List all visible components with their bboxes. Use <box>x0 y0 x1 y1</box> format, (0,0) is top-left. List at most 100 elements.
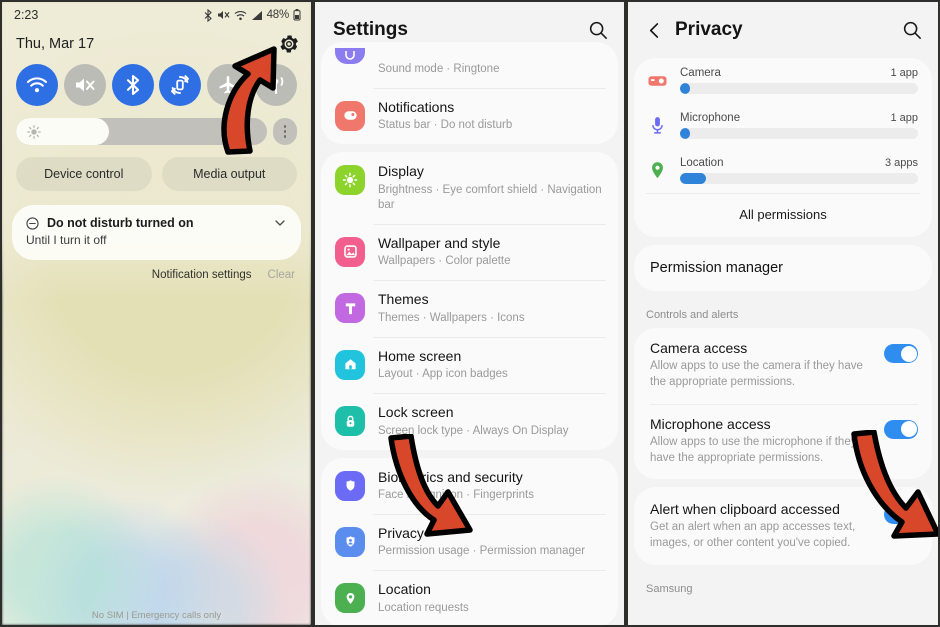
camera-access-switch[interactable] <box>884 344 918 363</box>
settings-group: Display Brightness · Eye comfort shield … <box>321 152 618 450</box>
bluetooth-icon <box>204 8 212 22</box>
settings-row-location[interactable]: Location Location requests <box>321 570 618 625</box>
location-icon <box>646 160 668 182</box>
switch-knob <box>900 421 917 438</box>
settings-row-privacy[interactable]: Privacy Permission usage · Permission ma… <box>321 513 618 570</box>
settings-row-subtitle: Wallpapers · Color palette <box>378 255 511 268</box>
brightness-more-button[interactable] <box>273 118 297 145</box>
settings-row-title: Biometrics and security <box>378 468 523 485</box>
sound-icon <box>335 48 365 64</box>
toggle-subtitle: Allow apps to use the microphone if they… <box>650 435 857 464</box>
toggle-row-camera-access[interactable]: Camera access Allow apps to use the came… <box>634 328 932 404</box>
display-glyph-icon <box>342 173 358 188</box>
brightness-slider[interactable] <box>16 118 267 145</box>
status-bar-clock: 2:23 <box>14 8 39 22</box>
lock-glyph-icon <box>346 415 354 427</box>
settings-row-biometrics-security[interactable]: Biometrics and security Face recognition… <box>321 458 618 514</box>
notification-settings-button[interactable]: Notification settings <box>152 269 252 281</box>
date-row: Thu, Mar 17 <box>2 28 311 54</box>
toggle-row-microphone-access[interactable]: Microphone access Allow apps to use the … <box>634 403 932 480</box>
notification-title: Do not disturb turned on <box>47 216 194 230</box>
settings-row-subtitle: Face recognition · Fingerprints <box>378 489 534 501</box>
device-control-button[interactable]: Device control <box>16 157 152 191</box>
permission-count: 1 app <box>890 112 918 124</box>
settings-row-lock-screen[interactable]: Lock screen Screen lock type · Always On… <box>321 393 618 449</box>
settings-row-notifications[interactable]: Notifications Status bar · Do not distur… <box>321 87 618 144</box>
signal-icon <box>251 10 262 20</box>
quick-toggle-wifi[interactable] <box>16 64 58 106</box>
settings-row-subtitle: Status bar · Do not disturb <box>378 119 513 132</box>
settings-row-sound[interactable]: Sound mode · Ringtone <box>321 42 618 88</box>
chevron-down-icon[interactable] <box>273 216 287 230</box>
themes-icon <box>335 293 365 324</box>
quick-toggle-sound[interactable] <box>63 64 106 106</box>
permission-manager-card: Permission manager <box>634 245 932 291</box>
page-title: Privacy <box>675 19 743 40</box>
quick-toggle-row <box>2 54 311 106</box>
kebab-icon <box>283 135 287 138</box>
privacy-glyph-icon <box>346 536 354 548</box>
settings-row-title: Lock screen <box>378 404 454 421</box>
display-icon <box>335 165 365 196</box>
location-glyph-icon <box>346 592 354 604</box>
notification-actions: Notification settings Clear <box>2 260 311 281</box>
date-label: Thu, Mar 17 <box>16 36 95 52</box>
permission-name: Camera <box>680 67 721 79</box>
permission-row-camera[interactable]: Camera 1 app <box>634 58 932 103</box>
wallpaper-glyph-icon <box>343 245 357 259</box>
bluetooth-icon <box>126 74 139 96</box>
clipboard-alert-switch[interactable] <box>884 505 918 525</box>
settings-row-title: Display <box>378 163 424 180</box>
airplane-icon <box>219 76 237 94</box>
mute-icon <box>217 11 230 19</box>
search-icon[interactable] <box>902 20 922 40</box>
notification-card[interactable]: Do not disturb turned on Until I turn it… <box>12 205 301 260</box>
toggle-row-clipboard-alert[interactable]: Alert when clipboard accessed Get an ale… <box>634 487 932 565</box>
status-bar-icons: 48% <box>204 8 301 22</box>
status-bar: 2:23 48% <box>2 2 311 28</box>
settings-row-subtitle: Sound mode · Ringtone <box>378 63 500 75</box>
permission-name: Location <box>680 157 724 169</box>
back-arrow-icon[interactable] <box>646 22 663 39</box>
settings-row-home-screen[interactable]: Home screen Layout · App icon badges <box>321 336 618 393</box>
media-output-button[interactable]: Media output <box>161 157 297 191</box>
brightness-icon <box>27 124 41 139</box>
privacy-panel: Privacy Camera 1 app Microphone 1 app Lo… <box>626 0 940 627</box>
hotspot-icon <box>268 77 284 94</box>
no-sim-label: No SIM | Emergency calls only <box>91 610 222 621</box>
permission-count: 1 app <box>890 67 918 79</box>
brightness-row <box>16 118 297 145</box>
settings-list: Sound mode · Ringtone Notifications Stat… <box>315 42 624 625</box>
settings-row-subtitle: Screen lock type · Always On Display <box>378 424 569 437</box>
settings-group: Biometrics and security Face recognition… <box>321 457 618 625</box>
quick-toggle-bluetooth[interactable] <box>111 64 154 106</box>
settings-row-title: Notifications <box>378 98 455 115</box>
microphone-access-switch[interactable] <box>884 419 918 439</box>
location-glyph-icon <box>651 162 663 178</box>
toggle-title: Microphone access <box>650 415 771 432</box>
permission-row-location[interactable]: Location 3 apps <box>634 148 932 193</box>
settings-row-themes[interactable]: Themes Themes · Wallpapers · Icons <box>321 280 618 336</box>
clear-notifications-button[interactable]: Clear <box>268 269 295 281</box>
settings-row-wallpaper[interactable]: Wallpaper and style Wallpapers · Color p… <box>321 223 618 280</box>
search-icon[interactable] <box>588 20 608 40</box>
settings-row-subtitle: Themes · Wallpapers · Icons <box>378 311 525 324</box>
all-permissions-button[interactable]: All permissions <box>646 193 920 237</box>
settings-row-title: Privacy <box>378 524 424 541</box>
quick-toggle-airplane-mode[interactable] <box>207 64 250 106</box>
home-icon <box>335 349 365 380</box>
gear-icon[interactable] <box>279 34 299 54</box>
camera-icon <box>646 70 668 92</box>
permission-manager-row[interactable]: Permission manager <box>634 245 932 291</box>
privacy-icon <box>335 526 365 557</box>
quick-toggle-auto-rotate[interactable] <box>159 64 202 106</box>
notification-subtitle: Until I turn it off <box>26 233 107 247</box>
lock-icon <box>335 406 365 437</box>
permission-usage-card: Camera 1 app Microphone 1 app Location 3… <box>634 58 932 237</box>
settings-row-display[interactable]: Display Brightness · Eye comfort shield … <box>321 152 618 223</box>
rotate-icon <box>171 75 190 95</box>
page-title: Settings <box>333 19 408 40</box>
permission-name: Microphone <box>680 112 741 124</box>
permission-row-microphone[interactable]: Microphone 1 app <box>634 103 932 148</box>
quick-toggle-mobile-hotspot[interactable] <box>254 64 297 106</box>
